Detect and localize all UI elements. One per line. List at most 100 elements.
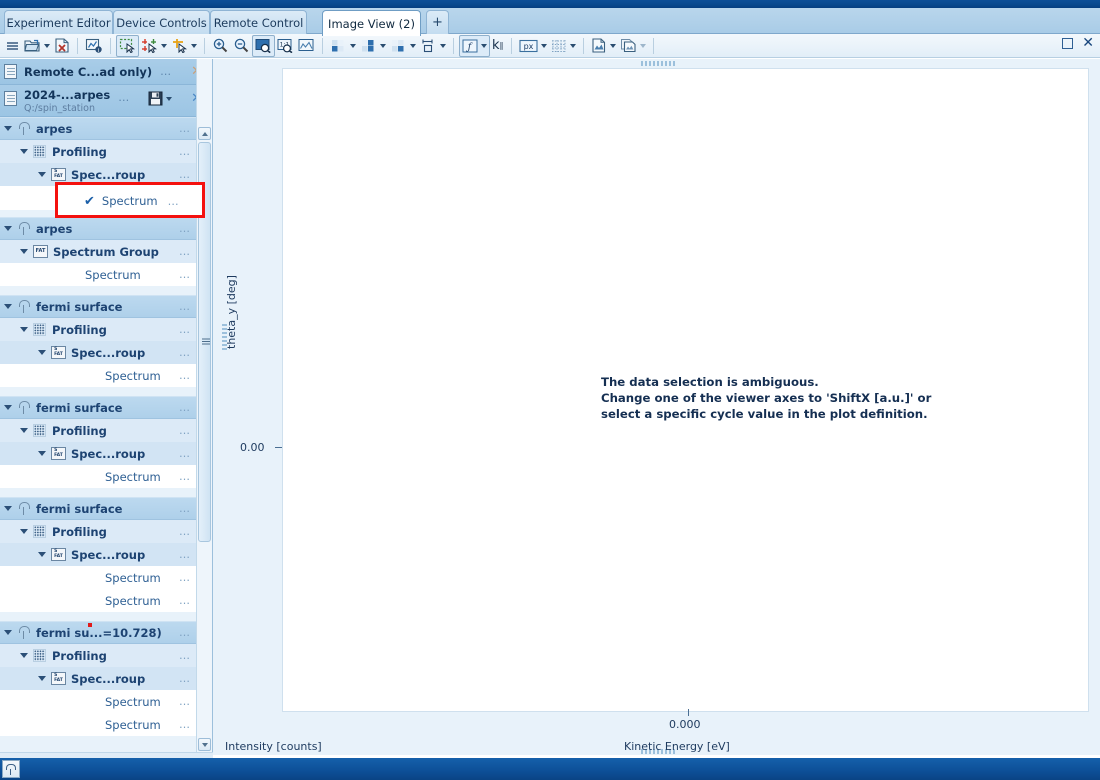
tree-item-spectrum-3[interactable]: Spectrum … bbox=[0, 364, 197, 387]
row-menu-icon[interactable]: … bbox=[179, 525, 191, 538]
row-menu-icon[interactable]: … bbox=[179, 401, 191, 414]
tree-item-spec-group-2[interactable]: S FAT Spec...roup … bbox=[0, 341, 197, 364]
tree-item-spectrum-7[interactable]: Spectrum … bbox=[0, 690, 197, 713]
expand-collapse-icon[interactable] bbox=[38, 451, 46, 456]
tab-add-new[interactable]: + bbox=[426, 10, 449, 34]
tree-item-spectrum-5[interactable]: Spectrum … bbox=[0, 566, 197, 589]
tree-item-profiling-3[interactable]: Profiling … bbox=[0, 419, 197, 442]
expand-collapse-icon[interactable] bbox=[4, 405, 12, 410]
save-document-button[interactable] bbox=[148, 91, 172, 106]
rectangle-select-icon[interactable] bbox=[116, 34, 139, 57]
chevron-down-icon[interactable] bbox=[609, 43, 616, 48]
row-menu-icon[interactable]: … bbox=[179, 323, 191, 336]
chevron-down-icon[interactable] bbox=[166, 96, 172, 101]
zoom-one-to-one-icon[interactable]: 1:1 bbox=[275, 35, 296, 57]
pixel-units-icon[interactable]: px bbox=[517, 35, 549, 57]
row-menu-icon[interactable]: … bbox=[179, 470, 191, 483]
expand-collapse-icon[interactable] bbox=[20, 249, 28, 254]
chevron-down-icon[interactable] bbox=[44, 43, 50, 48]
document-row-remote-control[interactable]: Remote C...ad only) … ✕ bbox=[0, 59, 212, 85]
expand-collapse-icon[interactable] bbox=[4, 126, 12, 131]
tree-item-profiling-5[interactable]: Profiling … bbox=[0, 644, 197, 667]
copy-image-icon[interactable] bbox=[618, 35, 648, 57]
row-menu-icon[interactable]: … bbox=[179, 145, 191, 158]
restore-window-button[interactable] bbox=[1062, 38, 1074, 49]
aspect-ratio-icon[interactable] bbox=[418, 35, 448, 57]
row-menu-icon[interactable]: … bbox=[179, 168, 191, 181]
chevron-down-icon[interactable] bbox=[569, 43, 576, 48]
row-menu-icon[interactable]: … bbox=[179, 122, 191, 135]
tree-item-spectrum-4[interactable]: Spectrum … bbox=[0, 465, 197, 488]
chevron-down-icon[interactable] bbox=[639, 43, 646, 48]
tree-item-spec-group-4[interactable]: S FAT Spec...roup … bbox=[0, 543, 197, 566]
tree-item-spec-group-3[interactable]: S FAT Spec...roup … bbox=[0, 442, 197, 465]
marker-cursor-icon[interactable] bbox=[169, 35, 199, 57]
document-menu-icon[interactable]: … bbox=[118, 91, 130, 104]
tree-item-fermi-surface-2[interactable]: fermi surface … bbox=[0, 396, 197, 419]
expand-collapse-icon[interactable] bbox=[4, 630, 12, 635]
highlighted-spectrum-row[interactable]: ✔ Spectrum … bbox=[62, 190, 200, 212]
crosshair-cursor-icon[interactable] bbox=[139, 35, 169, 57]
color-scale-1-icon[interactable] bbox=[328, 35, 358, 57]
function-fx-icon[interactable]: ƒ bbox=[459, 34, 490, 57]
color-scale-2-icon[interactable] bbox=[358, 35, 388, 57]
document-menu-icon[interactable]: … bbox=[160, 65, 172, 78]
expand-collapse-icon[interactable] bbox=[4, 226, 12, 231]
row-menu-icon[interactable]: … bbox=[179, 245, 191, 258]
expand-collapse-icon[interactable] bbox=[38, 552, 46, 557]
tree-item-profiling-2[interactable]: Profiling … bbox=[0, 318, 197, 341]
tree-item-spectrum-group-2[interactable]: FAT Spectrum Group … bbox=[0, 240, 197, 263]
plot-canvas[interactable]: The data selection is ambiguous. Change … bbox=[282, 68, 1089, 712]
zoom-area-icon[interactable] bbox=[252, 34, 275, 57]
tab-experiment-editor[interactable]: Experiment Editor bbox=[4, 10, 113, 34]
k-parallel-icon[interactable]: k ∥ bbox=[490, 35, 506, 57]
tree-item-arpes[interactable]: arpes … bbox=[0, 117, 197, 140]
row-menu-icon[interactable]: … bbox=[179, 300, 191, 313]
tree-item-spectrum-8[interactable]: Spectrum … bbox=[0, 713, 197, 736]
row-menu-icon[interactable]: … bbox=[179, 548, 191, 561]
row-menu-icon[interactable]: … bbox=[179, 594, 191, 607]
menu-hamburger-icon[interactable] bbox=[3, 35, 22, 57]
row-menu-icon[interactable]: … bbox=[179, 222, 191, 235]
zoom-fit-icon[interactable] bbox=[296, 35, 317, 57]
tree-item-profiling-4[interactable]: Profiling … bbox=[0, 520, 197, 543]
chevron-down-icon[interactable] bbox=[161, 43, 167, 48]
tab-remote-control[interactable]: Remote Control bbox=[210, 10, 307, 34]
tree-item-fermi-surface-3[interactable]: fermi surface … bbox=[0, 497, 197, 520]
expand-collapse-icon[interactable] bbox=[4, 506, 12, 511]
tree-item-spectrum-group[interactable]: S FAT Spec...roup … bbox=[0, 163, 197, 186]
tree-item-profiling[interactable]: Profiling … bbox=[0, 140, 197, 163]
row-menu-icon[interactable]: … bbox=[179, 447, 191, 460]
export-image-icon[interactable] bbox=[589, 35, 618, 57]
expand-collapse-icon[interactable] bbox=[4, 304, 12, 309]
row-menu-icon[interactable]: … bbox=[179, 268, 191, 281]
row-menu-icon[interactable]: … bbox=[179, 626, 191, 639]
close-document-icon[interactable] bbox=[52, 35, 72, 57]
status-lamp-icon[interactable] bbox=[2, 760, 20, 778]
scroll-up-button[interactable] bbox=[198, 127, 211, 140]
expand-collapse-icon[interactable] bbox=[38, 172, 46, 177]
expand-collapse-icon[interactable] bbox=[20, 529, 28, 534]
row-menu-icon[interactable]: … bbox=[179, 672, 191, 685]
row-menu-icon[interactable]: … bbox=[179, 695, 191, 708]
tab-image-view[interactable]: Image View (2) bbox=[322, 10, 421, 36]
row-menu-icon[interactable]: … bbox=[168, 195, 180, 208]
measure-info-icon[interactable]: i bbox=[83, 35, 105, 57]
row-menu-icon[interactable]: … bbox=[179, 346, 191, 359]
expand-collapse-icon[interactable] bbox=[20, 149, 28, 154]
expand-collapse-icon[interactable] bbox=[20, 428, 28, 433]
chevron-down-icon[interactable] bbox=[350, 43, 356, 48]
expand-collapse-icon[interactable] bbox=[20, 653, 28, 658]
open-folder-icon[interactable] bbox=[22, 35, 52, 57]
chevron-down-icon[interactable] bbox=[440, 43, 446, 48]
expand-collapse-icon[interactable] bbox=[38, 676, 46, 681]
chevron-down-icon[interactable] bbox=[540, 43, 547, 48]
tree-item-arpes-2[interactable]: arpes … bbox=[0, 217, 197, 240]
top-splitter-grip[interactable] bbox=[641, 61, 675, 66]
row-menu-icon[interactable]: … bbox=[179, 571, 191, 584]
color-scale-3-icon[interactable] bbox=[388, 35, 418, 57]
expand-collapse-icon[interactable] bbox=[20, 327, 28, 332]
row-menu-icon[interactable]: … bbox=[179, 424, 191, 437]
chevron-down-icon[interactable] bbox=[410, 43, 416, 48]
row-menu-icon[interactable]: … bbox=[179, 649, 191, 662]
